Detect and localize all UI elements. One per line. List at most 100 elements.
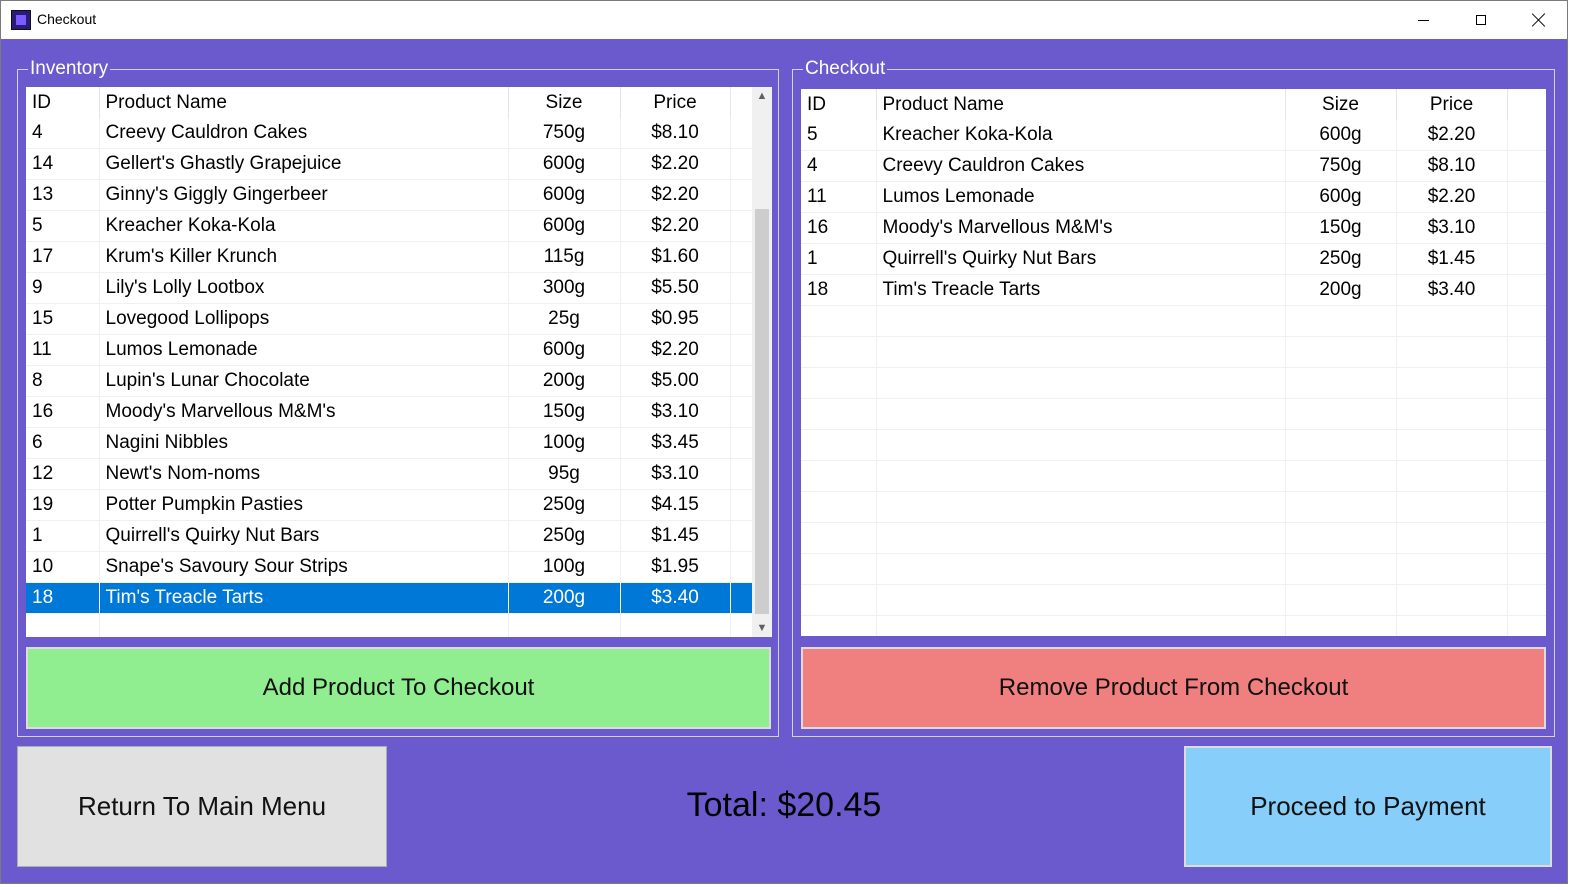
checkout-table: ID Product Name Size Price 5 Kreacher Kok… bbox=[801, 89, 1546, 636]
cell-size: 250g bbox=[508, 489, 621, 521]
table-row[interactable]: 18 Tim's Treacle Tarts 200g $3.40 bbox=[26, 582, 753, 614]
maximize-icon bbox=[1476, 15, 1486, 25]
table-row[interactable]: 17 Krum's Killer Krunch 115g $1.60 bbox=[26, 241, 753, 273]
scrollbar-thumb[interactable] bbox=[755, 209, 769, 614]
column-header-product-name[interactable]: Product Name bbox=[876, 89, 1286, 120]
inventory-scrollbar[interactable]: ▲ ▼ bbox=[752, 87, 772, 637]
cell-id: 6 bbox=[26, 427, 100, 459]
proceed-to-payment-button[interactable]: Proceed to Payment bbox=[1184, 746, 1552, 867]
empty-cell bbox=[1507, 429, 1546, 461]
column-header-size[interactable]: Size bbox=[508, 87, 621, 118]
table-row[interactable]: 11 Lumos Lemonade 600g $2.20 bbox=[26, 334, 753, 366]
empty-cell bbox=[1396, 398, 1508, 430]
table-row[interactable]: 12 Newt's Nom-noms 95g $3.10 bbox=[26, 458, 753, 490]
cell-filler bbox=[1507, 181, 1546, 213]
empty-cell bbox=[801, 429, 877, 461]
total-label: Total: $20.45 bbox=[686, 786, 882, 824]
column-header-price[interactable]: Price bbox=[1396, 89, 1508, 120]
cell-size: 200g bbox=[508, 365, 621, 397]
table-row[interactable]: 4 Creevy Cauldron Cakes 750g $8.10 bbox=[26, 118, 753, 149]
cell-size: 750g bbox=[508, 118, 621, 149]
cell-price: $3.40 bbox=[620, 582, 731, 614]
chevron-up-icon[interactable]: ▲ bbox=[752, 87, 772, 105]
empty-cell bbox=[1285, 584, 1397, 616]
table-row[interactable]: 18 Tim's Treacle Tarts 200g $3.40 bbox=[801, 274, 1546, 306]
checkout-group-label: Checkout bbox=[803, 58, 888, 80]
cell-price: $3.10 bbox=[620, 458, 731, 490]
empty-cell bbox=[876, 553, 1286, 585]
column-header-id[interactable]: ID bbox=[801, 89, 877, 120]
inventory-group: Inventory ID Product Name Size Price 4 Cr… bbox=[17, 58, 779, 737]
cell-product-name: Creevy Cauldron Cakes bbox=[99, 118, 509, 149]
table-row[interactable]: 1 Quirrell's Quirky Nut Bars 250g $1.45 bbox=[26, 520, 753, 552]
empty-cell bbox=[801, 460, 877, 492]
table-row[interactable]: 10 Snape's Savoury Sour Strips 100g $1.95 bbox=[26, 551, 753, 583]
table-row[interactable]: 4 Creevy Cauldron Cakes 750g $8.10 bbox=[801, 150, 1546, 182]
cell-filler bbox=[730, 272, 753, 304]
cell-size: 150g bbox=[1285, 212, 1397, 244]
table-row[interactable]: 14 Gellert's Ghastly Grapejuice 600g $2.20 bbox=[26, 148, 753, 180]
cell-price: $3.10 bbox=[1396, 212, 1508, 244]
empty-cell bbox=[876, 398, 1286, 430]
cell-size: 600g bbox=[508, 334, 621, 366]
cell-id: 17 bbox=[26, 241, 100, 273]
cell-id: 14 bbox=[26, 148, 100, 180]
cell-id: 4 bbox=[801, 150, 877, 182]
cell-size: 250g bbox=[1285, 243, 1397, 275]
checkout-list[interactable]: ID Product Name Size Price 5 Kreacher Kok… bbox=[801, 89, 1546, 636]
cell-price: $1.95 bbox=[620, 551, 731, 583]
table-row[interactable]: 13 Ginny's Giggly Gingerbeer 600g $2.20 bbox=[26, 179, 753, 211]
table-row[interactable]: 9 Lily's Lolly Lootbox 300g $5.50 bbox=[26, 272, 753, 304]
chevron-down-icon[interactable]: ▼ bbox=[752, 619, 772, 637]
empty-cell bbox=[1396, 553, 1508, 585]
empty-cell bbox=[1396, 584, 1508, 616]
table-row[interactable]: 1 Quirrell's Quirky Nut Bars 250g $1.45 bbox=[801, 243, 1546, 275]
table-row[interactable]: 19 Potter Pumpkin Pasties 250g $4.15 bbox=[26, 489, 753, 521]
empty-cell bbox=[1507, 460, 1546, 492]
column-header-product-name[interactable]: Product Name bbox=[99, 87, 509, 118]
empty-cell bbox=[1396, 305, 1508, 337]
remove-product-button[interactable]: Remove Product From Checkout bbox=[801, 647, 1546, 729]
column-header-size[interactable]: Size bbox=[1285, 89, 1397, 120]
add-product-button[interactable]: Add Product To Checkout bbox=[26, 647, 771, 729]
inventory-list[interactable]: ID Product Name Size Price 4 Creevy Cauld… bbox=[26, 87, 772, 637]
cell-size: 200g bbox=[1285, 274, 1397, 306]
column-header-price[interactable]: Price bbox=[620, 87, 731, 118]
cell-filler bbox=[730, 118, 753, 149]
table-row[interactable]: 5 Kreacher Koka-Kola 600g $2.20 bbox=[801, 120, 1546, 151]
cell-price: $3.10 bbox=[620, 396, 731, 428]
empty-cell bbox=[730, 613, 753, 637]
cell-id: 13 bbox=[26, 179, 100, 211]
table-row[interactable]: 6 Nagini Nibbles 100g $3.45 bbox=[26, 427, 753, 459]
close-button[interactable] bbox=[1510, 1, 1567, 39]
table-row[interactable]: 11 Lumos Lemonade 600g $2.20 bbox=[801, 181, 1546, 213]
cell-id: 18 bbox=[26, 582, 100, 614]
table-row[interactable]: 16 Moody's Marvellous M&M's 150g $3.10 bbox=[26, 396, 753, 428]
cell-price: $2.20 bbox=[620, 179, 731, 211]
maximize-button[interactable] bbox=[1452, 1, 1510, 39]
minimize-button[interactable] bbox=[1394, 1, 1452, 39]
inventory-header-row: ID Product Name Size Price bbox=[26, 87, 753, 118]
cell-filler bbox=[730, 427, 753, 459]
cell-product-name: Gellert's Ghastly Grapejuice bbox=[99, 148, 509, 180]
app-icon bbox=[11, 10, 31, 30]
cell-id: 9 bbox=[26, 272, 100, 304]
cell-filler bbox=[1507, 150, 1546, 182]
empty-cell bbox=[1285, 460, 1397, 492]
return-to-main-menu-button[interactable]: Return To Main Menu bbox=[17, 746, 387, 867]
table-row[interactable]: 15 Lovegood Lollipops 25g $0.95 bbox=[26, 303, 753, 335]
cell-product-name: Potter Pumpkin Pasties bbox=[99, 489, 509, 521]
empty-row bbox=[801, 429, 1546, 461]
empty-cell bbox=[1396, 429, 1508, 461]
cell-filler bbox=[730, 582, 753, 614]
table-row[interactable]: 5 Kreacher Koka-Kola 600g $2.20 bbox=[26, 210, 753, 242]
cell-id: 1 bbox=[801, 243, 877, 275]
table-row[interactable]: 16 Moody's Marvellous M&M's 150g $3.10 bbox=[801, 212, 1546, 244]
column-header-id[interactable]: ID bbox=[26, 87, 100, 118]
minimize-icon bbox=[1417, 19, 1429, 21]
cell-id: 8 bbox=[26, 365, 100, 397]
empty-cell bbox=[26, 613, 100, 637]
cell-price: $5.50 bbox=[620, 272, 731, 304]
cell-id: 5 bbox=[801, 120, 877, 151]
table-row[interactable]: 8 Lupin's Lunar Chocolate 200g $5.00 bbox=[26, 365, 753, 397]
